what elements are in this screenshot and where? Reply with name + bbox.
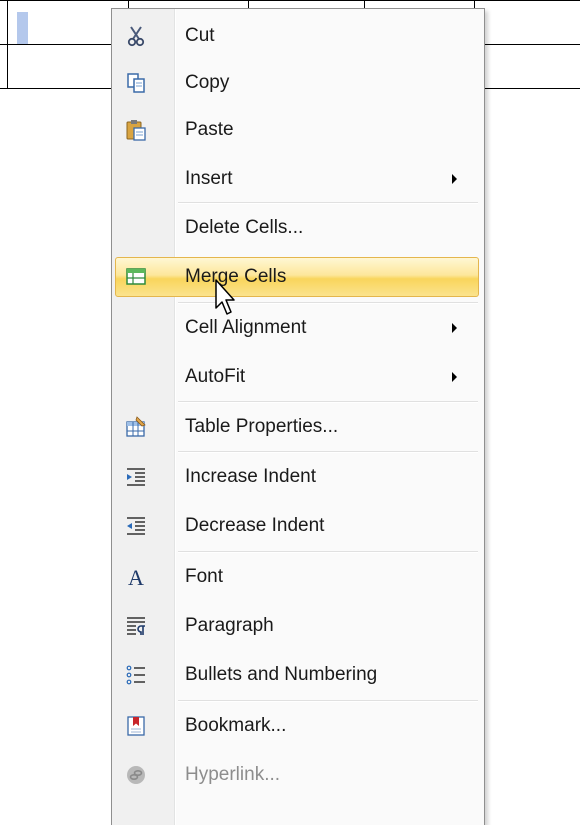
menu-separator (178, 551, 478, 553)
menu-item-label: Bookmark... (185, 715, 287, 736)
table-border-top (0, 0, 580, 1)
bookmark-icon (120, 710, 152, 742)
increase-indent-icon (120, 461, 152, 493)
menu-item-bookmark[interactable]: Bookmark... (112, 703, 484, 749)
menu-item-label: AutoFit (185, 366, 246, 387)
submenu-arrow-icon (452, 174, 457, 184)
menu-item-merge-cells[interactable]: Merge Cells (112, 254, 484, 300)
menu-item-label: Bullets and Numbering (185, 664, 378, 685)
menu-separator (178, 202, 478, 204)
menu-item-label: Copy (185, 72, 230, 93)
paragraph-icon (120, 610, 152, 642)
table-border-left (7, 0, 8, 89)
menu-item-insert[interactable]: Insert (112, 156, 484, 202)
menu-item-label: Font (185, 566, 224, 587)
hyperlink-icon (120, 759, 152, 791)
menu-item-paste[interactable]: Paste (112, 107, 484, 153)
merge-cells-icon (120, 261, 152, 293)
submenu-arrow-icon (452, 372, 457, 382)
copy-icon (120, 67, 152, 99)
menu-item-highlight (115, 257, 479, 297)
menu-item-copy[interactable]: Copy (112, 60, 484, 106)
mouse-cursor-icon (215, 279, 235, 315)
menu-item-label: Cut (185, 25, 215, 46)
menu-item-font[interactable]: A Font (112, 554, 484, 600)
menu-item-label: Cell Alignment (185, 317, 307, 338)
menu-item-table-properties[interactable]: Table Properties... (112, 404, 484, 450)
menu-item-label: Paste (185, 119, 234, 140)
submenu-arrow-icon (452, 323, 457, 333)
svg-text:A: A (128, 565, 144, 589)
scissors-icon (120, 20, 152, 52)
decrease-indent-icon (120, 510, 152, 542)
menu-item-decrease-indent[interactable]: Decrease Indent (112, 503, 484, 549)
menu-item-increase-indent[interactable]: Increase Indent (112, 454, 484, 500)
menu-item-label: Hyperlink... (185, 764, 281, 785)
context-menu: Cut Copy Paste Insert Delete Cells... Me… (111, 8, 485, 825)
menu-item-cell-alignment[interactable]: Cell Alignment (112, 305, 484, 351)
menu-item-label: Increase Indent (185, 466, 316, 487)
menu-item-cut[interactable]: Cut (112, 13, 484, 59)
font-icon: A (120, 561, 152, 593)
menu-item-hyperlink[interactable]: Hyperlink... (112, 752, 484, 798)
table-properties-icon (120, 411, 152, 443)
menu-item-label: Delete Cells... (185, 217, 304, 238)
bullets-icon (120, 659, 152, 691)
menu-separator (178, 451, 478, 453)
paste-icon (120, 114, 152, 146)
menu-item-delete-cells[interactable]: Delete Cells... (112, 205, 484, 251)
menu-item-paragraph[interactable]: Paragraph (112, 603, 484, 649)
cell-selection-marker (17, 12, 28, 44)
menu-item-autofit[interactable]: AutoFit (112, 354, 484, 400)
menu-item-label: Table Properties... (185, 416, 339, 437)
menu-item-bullets-numbering[interactable]: Bullets and Numbering (112, 652, 484, 698)
menu-separator (178, 700, 478, 702)
menu-item-label: Insert (185, 168, 233, 189)
menu-separator (178, 401, 478, 403)
menu-item-label: Decrease Indent (185, 515, 325, 536)
menu-item-label: Paragraph (185, 615, 274, 636)
